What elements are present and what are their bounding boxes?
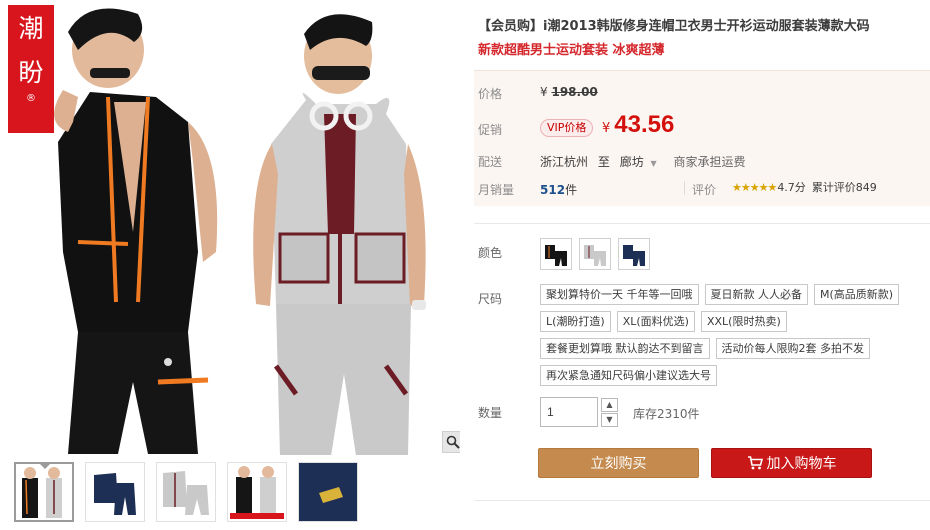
- chevron-down-icon: ▼: [650, 159, 657, 168]
- magnifier-icon: [446, 435, 460, 449]
- size-option[interactable]: 再次紧急通知尺码偏小建议选大号: [540, 365, 717, 386]
- ship-to-word: 至: [597, 155, 610, 169]
- size-row: 再次紧急通知尺码偏小建议选大号: [540, 365, 930, 386]
- size-option[interactable]: M(高品质新款): [814, 284, 900, 305]
- promo-price-value: 43.56: [614, 111, 675, 138]
- thumbnail-5-image: [299, 463, 357, 521]
- size-option[interactable]: 聚划算特价一天 千年等一回哦: [540, 284, 699, 305]
- buy-now-button[interactable]: 立刻购买: [538, 448, 699, 478]
- product-page: 潮 盼 ® 【会员购】i潮2013韩版修身连帽卫衣男士开衫运动服套装薄款大码 新…: [0, 0, 930, 530]
- size-options: 聚划算特价一天 千年等一回哦 夏日新款 人人必备 M(高品质新款) L(潮盼打造…: [540, 284, 930, 392]
- zoom-button[interactable]: [442, 431, 460, 453]
- ship-destination-select[interactable]: 廊坊 ▼: [620, 155, 664, 169]
- quantity-decrement-button[interactable]: ▼: [601, 413, 618, 427]
- thumbnail-3[interactable]: [156, 462, 216, 522]
- color-options: [540, 238, 650, 270]
- thumbnail-3-image: [163, 471, 209, 515]
- thumbnail-1[interactable]: [14, 462, 74, 522]
- shipping-fee-note: 商家承担运费: [673, 155, 746, 169]
- swatch-navy-image: [623, 245, 645, 266]
- chevron-down-icon: ▼: [606, 415, 613, 424]
- size-row: 聚划算特价一天 千年等一回哦 夏日新款 人人必备 M(高品质新款): [540, 284, 930, 305]
- size-option[interactable]: L(潮盼打造): [540, 311, 611, 332]
- swatch-grey-image: [584, 245, 606, 266]
- size-row: L(潮盼打造) XL(面料优选) XXL(限时热卖): [540, 311, 930, 332]
- thumbnail-2[interactable]: [85, 462, 145, 522]
- promo-label: 促销: [478, 123, 503, 137]
- price-label: 价格: [478, 87, 503, 101]
- thumbnail-1-image: [22, 467, 62, 518]
- size-option[interactable]: 套餐更划算哦 默认韵达不到留言: [540, 338, 710, 359]
- ship-destination: 廊坊: [619, 155, 644, 169]
- monthly-sales-label: 月销量: [478, 183, 515, 197]
- thumbnail-5[interactable]: [298, 462, 358, 522]
- thumbnail-4[interactable]: [227, 462, 287, 522]
- divider: [474, 500, 930, 501]
- buy-now-label: 立刻购买: [590, 456, 647, 472]
- product-detail-panel: 【会员购】i潮2013韩版修身连帽卫衣男士开衫运动服套装薄款大码 新款超酷男士运…: [474, 0, 930, 530]
- main-product-image[interactable]: 潮 盼 ®: [8, 0, 460, 455]
- divider: [474, 223, 930, 224]
- model-black-outfit: [54, 8, 218, 454]
- size-option[interactable]: XL(面料优选): [616, 311, 695, 332]
- size-option[interactable]: 夏日新款 人人必备: [704, 284, 808, 305]
- color-swatch-navy[interactable]: [618, 238, 650, 270]
- monthly-sales-unit: 件: [565, 183, 578, 197]
- shipping-info: 浙江杭州 至 廊坊 ▼ 商家承担运费: [540, 153, 746, 170]
- vip-price-tag: VIP价格: [540, 119, 594, 137]
- swatch-black-image: [545, 245, 567, 266]
- rating-summary[interactable]: ★★★★★4.7分 累计评价849: [732, 179, 877, 195]
- rating-score: 4.7分: [777, 181, 806, 194]
- stock-count: 库存2310件: [633, 407, 700, 421]
- size-option[interactable]: XXL(限时热卖): [700, 311, 787, 332]
- product-title: 【会员购】i潮2013韩版修身连帽卫衣男士开衫运动服套装薄款大码: [478, 19, 870, 34]
- size-option[interactable]: 活动价每人限购2套 多拍不发: [715, 338, 870, 359]
- monthly-sales: 512件: [540, 181, 577, 198]
- promo-price: ¥43.56: [602, 111, 674, 139]
- add-to-cart-button[interactable]: 加入购物车: [711, 448, 872, 478]
- original-price: ¥ 198.00: [540, 85, 598, 99]
- model-grey-outfit: [253, 14, 426, 455]
- star-rating-icon: ★★★★★: [732, 181, 777, 194]
- thumbnail-2-image: [94, 473, 136, 515]
- product-subtitle: 新款超酷男士运动套装 冰爽超薄: [478, 43, 665, 58]
- original-price-value: 198.00: [551, 85, 598, 99]
- shipping-label: 配送: [478, 155, 503, 169]
- review-count: 累计评价849: [811, 181, 877, 194]
- size-row: 套餐更划算哦 默认韵达不到留言 活动价每人限购2套 多拍不发: [540, 338, 930, 359]
- thumbnail-4-image: [230, 466, 284, 519]
- price-panel: 价格 ¥ 198.00 促销 VIP价格 ¥43.56 配送 浙江杭州 至 廊坊…: [474, 70, 930, 206]
- original-currency: ¥: [540, 85, 548, 99]
- chevron-up-icon: ▲: [606, 400, 613, 409]
- thumbnail-strip: [14, 462, 358, 522]
- promo-currency: ¥: [602, 121, 611, 136]
- divider: [684, 181, 685, 195]
- quantity-label: 数量: [478, 406, 503, 420]
- rating-label: 评价: [692, 183, 717, 197]
- ship-from: 浙江杭州: [540, 155, 589, 169]
- quantity-increment-button[interactable]: ▲: [601, 398, 618, 412]
- color-swatch-grey[interactable]: [579, 238, 611, 270]
- add-to-cart-label: 加入购物车: [766, 456, 837, 472]
- size-label: 尺码: [478, 292, 503, 306]
- cart-icon: [747, 455, 763, 469]
- color-label: 颜色: [478, 246, 503, 260]
- color-swatch-black[interactable]: [540, 238, 572, 270]
- quantity-input[interactable]: [540, 397, 598, 427]
- monthly-sales-count: 512: [540, 183, 566, 197]
